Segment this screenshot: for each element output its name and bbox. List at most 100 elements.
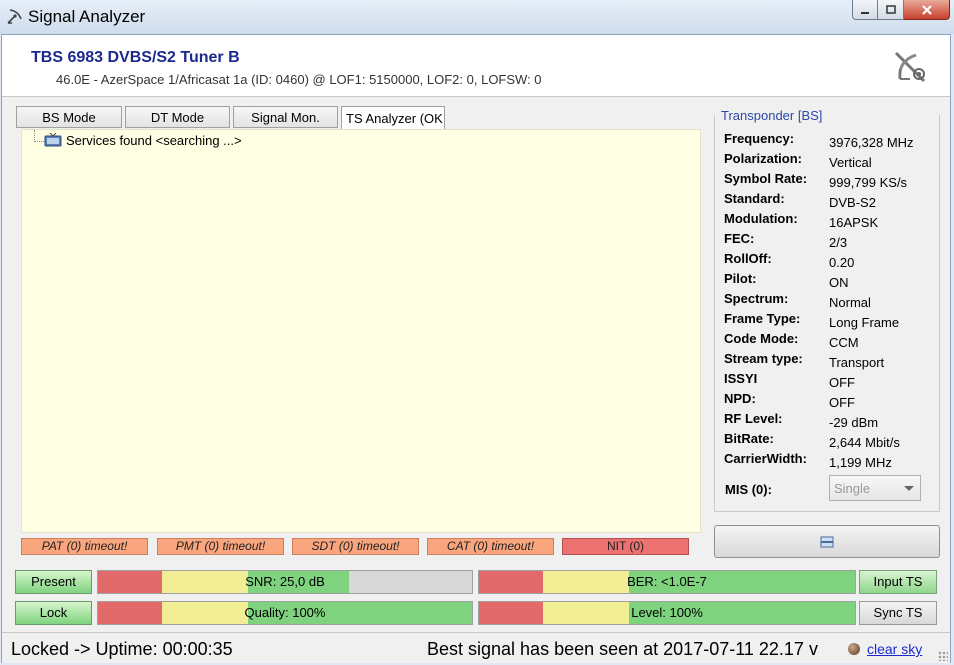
transponder-row: Standard: DVB-S2	[724, 191, 939, 211]
device-header: TBS 6983 DVBS/S2 Tuner B 46.0E - AzerSpa…	[2, 35, 950, 97]
transponder-row-key: Code Mode:	[724, 331, 799, 346]
transponder-row-value: 999,799 KS/s	[829, 175, 908, 190]
transponder-row: Spectrum: Normal	[724, 291, 939, 311]
window-title: Signal Analyzer	[28, 7, 146, 26]
mis-label: MIS (0):	[725, 482, 772, 497]
ber-label: BER: <1.0E-7	[627, 574, 707, 589]
transponder-row: Symbol Rate: 999,799 KS/s	[724, 171, 939, 191]
transponder-row-value: ON	[829, 275, 849, 290]
close-button[interactable]	[904, 0, 950, 20]
transponder-row: Pilot: ON	[724, 271, 939, 291]
transponder-row-value: Normal	[829, 295, 871, 310]
mis-select-value: Single	[834, 481, 871, 496]
storage-icon	[820, 536, 834, 547]
input-ts-button[interactable]: Input TS	[859, 570, 937, 594]
transponder-row-value: 1,199 MHz	[829, 455, 892, 470]
transponder-row: Modulation: 16APSK	[724, 211, 939, 231]
transponder-row: Code Mode: CCM	[724, 331, 939, 351]
title-bar: Signal Analyzer	[0, 0, 954, 34]
transponder-row: Polarization: Vertical	[724, 151, 939, 171]
device-info: 46.0E - AzerSpace 1/Africasat 1a (ID: 04…	[56, 72, 542, 87]
transponder-row: NPD: OFF	[724, 391, 939, 411]
tab-signal-mon[interactable]: Signal Mon.	[233, 106, 338, 128]
record-button[interactable]	[714, 525, 940, 558]
uptime-text: Locked -> Uptime: 00:00:35	[11, 639, 233, 659]
minimize-icon	[861, 11, 869, 14]
transponder-row-value: 3976,328 MHz	[829, 135, 914, 150]
transponder-row: RollOff: 0.20	[724, 251, 939, 271]
transponder-row-key: CarrierWidth:	[724, 451, 807, 466]
window-client: TBS 6983 DVBS/S2 Tuner B 46.0E - AzerSpa…	[1, 34, 951, 663]
snr-label: SNR: 25,0 dB	[245, 574, 325, 589]
transponder-row-key: Modulation:	[724, 211, 798, 226]
lock-indicator[interactable]: Lock	[15, 601, 92, 625]
ber-meter: BER: <1.0E-7	[478, 570, 856, 594]
transponder-row-value: DVB-S2	[829, 195, 876, 210]
transponder-row-value: 2,644 Mbit/s	[829, 435, 900, 450]
best-signal-text: Best signal has been seen at 2017-07-11 …	[427, 639, 818, 659]
transponder-title: Transponder [BS]	[721, 108, 823, 123]
transponder-row-key: ISSYI	[724, 371, 758, 386]
weather-icon	[848, 643, 860, 655]
transponder-row-key: Polarization:	[724, 151, 803, 166]
transponder-row: RF Level: -29 dBm	[724, 411, 939, 431]
cat-timeout-badge: CAT (0) timeout!	[427, 538, 554, 555]
present-indicator[interactable]: Present	[15, 570, 92, 594]
resize-grip[interactable]	[938, 651, 948, 661]
maximize-icon	[885, 4, 896, 14]
transponder-row-key: Frequency:	[724, 131, 795, 146]
pmt-timeout-badge: PMT (0) timeout!	[157, 538, 284, 555]
transponder-row-value: 0.20	[829, 255, 855, 270]
transponder-row: FEC: 2/3	[724, 231, 939, 251]
window-controls	[852, 0, 950, 20]
device-name: TBS 6983 DVBS/S2 Tuner B	[31, 49, 240, 66]
sdt-timeout-badge: SDT (0) timeout!	[292, 538, 419, 555]
level-label: Level: 100%	[631, 605, 703, 620]
transponder-row-key: Spectrum:	[724, 291, 789, 306]
satellite-dish-icon	[7, 9, 22, 24]
transponder-row-key: Frame Type:	[724, 311, 801, 326]
transponder-row-key: BitRate:	[724, 431, 774, 446]
transponder-row: Frequency: 3976,328 MHz	[724, 131, 939, 151]
transponder-row-value: CCM	[829, 335, 859, 350]
transponder-row: Frame Type: Long Frame	[724, 311, 939, 331]
tv-icon	[44, 133, 62, 147]
transponder-row-value: 2/3	[829, 235, 848, 250]
chevron-down-icon	[904, 486, 914, 491]
services-tree[interactable]: Services found <searching ...>	[21, 129, 701, 533]
clear-sky-link[interactable]: clear sky	[867, 641, 922, 657]
tab-bs-mode[interactable]: BS Mode	[16, 106, 122, 128]
transponder-row: BitRate: 2,644 Mbit/s	[724, 431, 939, 451]
sync-ts-button[interactable]: Sync TS	[859, 601, 937, 625]
transponder-row-key: Standard:	[724, 191, 785, 206]
quality-label: Quality: 100%	[244, 605, 326, 620]
transponder-row-key: Stream type:	[724, 351, 803, 366]
transponder-row: Stream type: Transport	[724, 351, 939, 371]
transponder-row-key: FEC:	[724, 231, 755, 246]
transponder-row-value: Transport	[829, 355, 885, 370]
tree-connector-horizontal	[34, 141, 44, 142]
transponder-row-key: RF Level:	[724, 411, 783, 426]
quality-meter: Quality: 100%	[97, 601, 473, 625]
nit-status-badge: NIT (0)	[562, 538, 689, 555]
satellite-settings-icon[interactable]	[892, 49, 928, 85]
pat-timeout-badge: PAT (0) timeout!	[21, 538, 148, 555]
transponder-row: ISSYI OFF	[724, 371, 939, 391]
maximize-button[interactable]	[878, 0, 904, 20]
transponder-row-value: 16APSK	[829, 215, 879, 230]
transponder-row: CarrierWidth: 1,199 MHz	[724, 451, 939, 471]
tab-ts-analyzer[interactable]: TS Analyzer (OK	[341, 106, 445, 129]
transponder-row-value: OFF	[829, 375, 855, 390]
mis-select[interactable]: Single	[829, 475, 921, 501]
tree-root-label[interactable]: Services found <searching ...>	[66, 133, 242, 148]
tab-dt-mode[interactable]: DT Mode	[125, 106, 230, 128]
minimize-button[interactable]	[852, 0, 878, 20]
status-bar: Locked -> Uptime: 00:00:35 Best signal h…	[2, 632, 950, 663]
transponder-row-key: NPD:	[724, 391, 756, 406]
transponder-row-value: OFF	[829, 395, 855, 410]
transponder-row-key: RollOff:	[724, 251, 772, 266]
transponder-row-key: Symbol Rate:	[724, 171, 808, 186]
level-meter: Level: 100%	[478, 601, 856, 625]
snr-meter: SNR: 25,0 dB	[97, 570, 473, 594]
transponder-row-value: Long Frame	[829, 315, 900, 330]
